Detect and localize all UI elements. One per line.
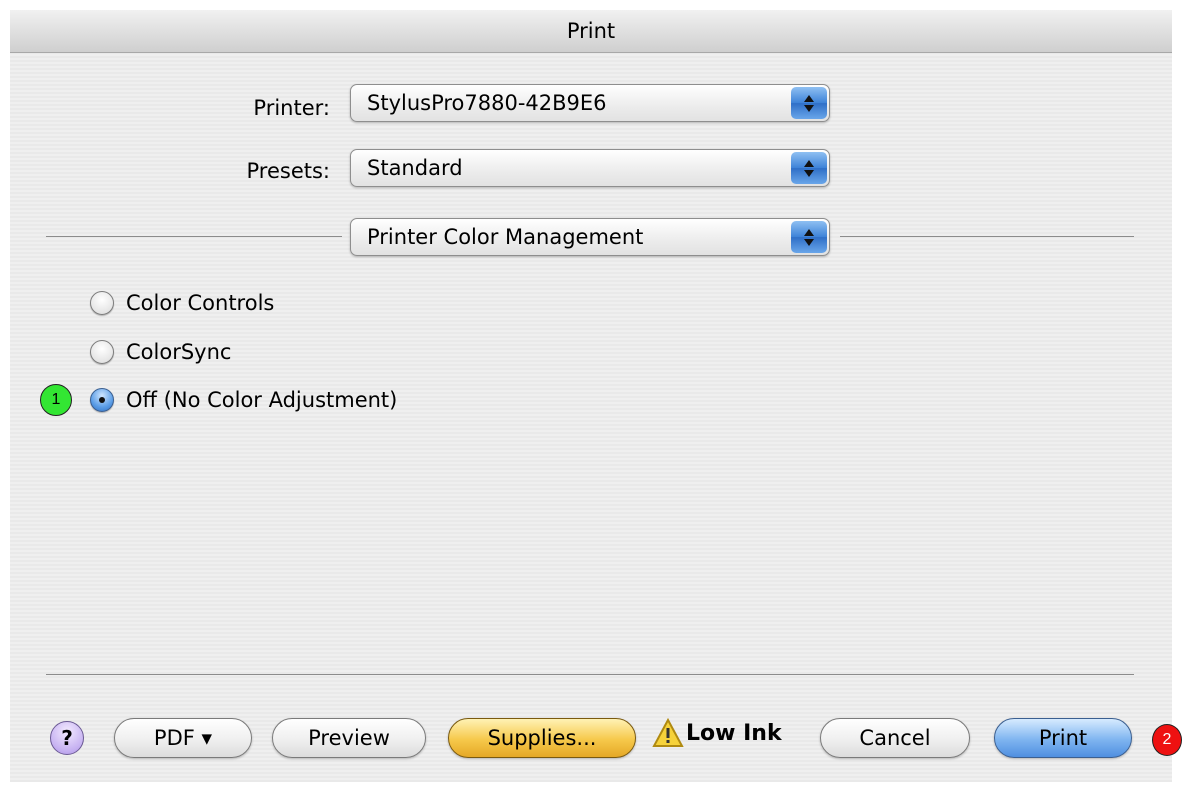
cancel-button[interactable]: Cancel bbox=[820, 718, 970, 758]
radio-color-controls[interactable]: Color Controls bbox=[90, 286, 274, 320]
presets-value: Standard bbox=[367, 156, 463, 180]
radio-label: Off (No Color Adjustment) bbox=[126, 388, 398, 412]
printer-label: Printer: bbox=[253, 96, 330, 120]
presets-popup[interactable]: Standard bbox=[350, 149, 830, 187]
radio-colorsync[interactable]: ColorSync bbox=[90, 335, 231, 369]
pdf-button[interactable]: PDF ▾ bbox=[114, 718, 252, 758]
divider-left bbox=[46, 236, 342, 237]
warning-triangle-icon bbox=[652, 718, 684, 747]
bottom-divider bbox=[46, 674, 1134, 675]
radio-label: ColorSync bbox=[126, 340, 232, 364]
divider-right bbox=[840, 236, 1134, 237]
radio-button[interactable] bbox=[90, 340, 114, 364]
callout-badge-1: 1 bbox=[40, 384, 72, 416]
print-dialog: Print Printer: StylusPro7880-42B9E6 Pres… bbox=[10, 10, 1172, 782]
supplies-button[interactable]: Supplies... bbox=[448, 718, 636, 758]
presets-label: Presets: bbox=[246, 159, 331, 183]
panel-popup[interactable]: Printer Color Management bbox=[350, 218, 830, 256]
radio-off-no-color-adjustment[interactable]: Off (No Color Adjustment) bbox=[90, 383, 397, 417]
printer-value: StylusPro7880-42B9E6 bbox=[367, 91, 607, 115]
question-icon[interactable]: ? bbox=[50, 721, 84, 755]
preview-button[interactable]: Preview bbox=[272, 718, 426, 758]
radio-button-selected[interactable] bbox=[90, 388, 114, 412]
up-down-arrows-icon bbox=[791, 221, 827, 253]
print-button[interactable]: Print bbox=[994, 718, 1132, 758]
up-down-arrows-icon bbox=[791, 152, 827, 184]
up-down-arrows-icon bbox=[791, 87, 827, 119]
radio-label: Color Controls bbox=[126, 291, 275, 315]
panel-value: Printer Color Management bbox=[367, 225, 644, 249]
printer-popup[interactable]: StylusPro7880-42B9E6 bbox=[350, 84, 830, 122]
low-ink-label: Low Ink bbox=[686, 721, 782, 746]
window-title: Print bbox=[10, 10, 1172, 53]
radio-button[interactable] bbox=[90, 291, 114, 315]
callout-badge-2: 2 bbox=[1152, 724, 1182, 756]
